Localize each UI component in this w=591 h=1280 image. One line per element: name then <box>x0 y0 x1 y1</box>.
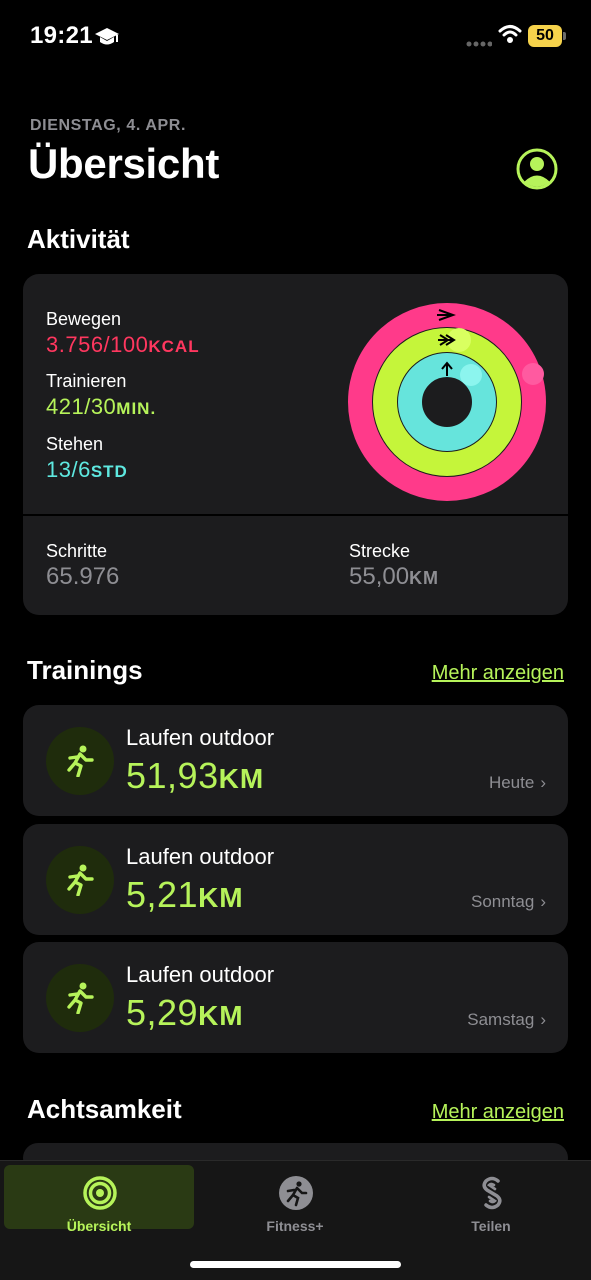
divider <box>23 514 568 516</box>
tab-label: Fitness+ <box>266 1218 324 1234</box>
activity-rings <box>348 303 546 501</box>
status-time: 19:21 <box>30 22 93 49</box>
tab-summary[interactable]: Übersicht <box>4 1165 194 1234</box>
exercise-label: Trainieren <box>46 371 127 391</box>
page-title: Übersicht <box>28 140 220 187</box>
status-bar: 19:21 50 <box>0 0 591 72</box>
move-label: Bewegen <box>46 309 122 329</box>
tab-label: Teilen <box>471 1218 511 1234</box>
home-indicator <box>190 1261 401 1268</box>
distance-value: 55,00KM <box>349 563 440 590</box>
training-name: Laufen outdoor <box>126 962 275 987</box>
mindfulness-heading: Achtsamkeit <box>27 1094 182 1124</box>
training-distance: 5,21KM <box>126 874 244 915</box>
training-day: Sonntag › <box>470 892 546 911</box>
profile-button[interactable] <box>515 147 559 191</box>
mindfulness-more-link[interactable]: Mehr anzeigen <box>432 1101 564 1124</box>
move-value: 3.756/100KCAL <box>46 332 200 357</box>
signal-dots-icon <box>466 34 493 52</box>
trainings-more-link[interactable]: Mehr anzeigen <box>432 662 564 685</box>
training-day: Heute › <box>488 773 546 792</box>
training-item[interactable]: Laufen outdoor 5,29KM Samstag › <box>23 942 568 1053</box>
trainings-heading: Trainings <box>27 655 143 685</box>
stand-value: 13/6STD <box>46 457 128 482</box>
person-circle-icon <box>516 148 558 190</box>
date-label: DIENSTAG, 4. APR. <box>30 117 186 134</box>
chevron-right-icon: › <box>540 892 546 911</box>
wifi-icon <box>498 24 522 49</box>
battery-level: 50 <box>528 25 562 47</box>
graduation-cap-icon <box>94 26 120 53</box>
training-item[interactable]: Laufen outdoor 5,21KM Sonntag › <box>23 824 568 935</box>
steps-label: Schritte <box>46 541 108 561</box>
sharing-icon <box>482 1176 502 1210</box>
training-day: Samstag › <box>467 1010 546 1029</box>
stand-label: Stehen <box>46 434 104 454</box>
tab-sharing[interactable]: Teilen <box>396 1165 586 1234</box>
tab-fitness-plus[interactable]: Fitness+ <box>200 1165 390 1234</box>
chevron-right-icon: › <box>540 1010 546 1029</box>
exercise-value: 421/30MIN. <box>46 394 157 419</box>
training-name: Laufen outdoor <box>126 844 275 869</box>
running-icon <box>46 846 114 914</box>
fitness-runner-icon <box>279 1176 313 1210</box>
training-item[interactable]: Laufen outdoor 51,93KM Heute › <box>23 705 568 816</box>
steps-value: 65.976 <box>46 563 120 590</box>
activity-card[interactable]: Bewegen 3.756/100KCAL Trainieren 421/30M… <box>23 274 568 615</box>
running-icon <box>46 964 114 1032</box>
training-distance: 5,29KM <box>126 992 244 1033</box>
tab-label: Übersicht <box>66 1218 132 1234</box>
training-name: Laufen outdoor <box>126 725 275 750</box>
running-icon <box>46 727 114 795</box>
training-distance: 51,93KM <box>126 755 265 796</box>
battery-icon: 50 <box>528 25 566 47</box>
distance-label: Strecke <box>349 541 411 561</box>
activity-heading: Aktivität <box>27 224 130 254</box>
rings-icon <box>83 1176 117 1210</box>
chevron-right-icon: › <box>540 773 546 792</box>
